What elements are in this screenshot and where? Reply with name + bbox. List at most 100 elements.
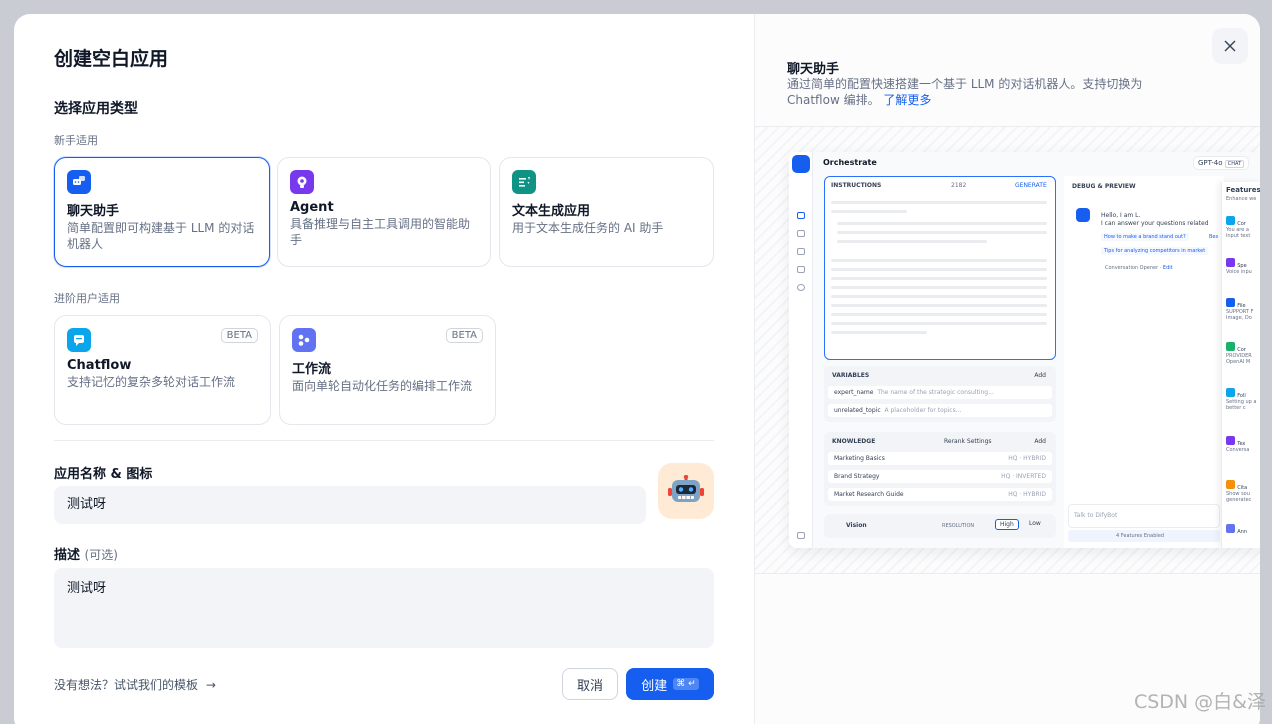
template-link-text: 没有想法？试试我们的模板: [54, 678, 199, 692]
instructions-panel: INSTRUCTIONS 2182 GENERATE: [824, 176, 1056, 360]
card-name: Agent: [290, 200, 334, 215]
knowledge-row: Marketing Basics HQ · HYBRID: [828, 452, 1052, 465]
variable-row: expert_name The name of the strategic co…: [828, 386, 1052, 399]
app-type-card-chat-assistant[interactable]: 聊天助手 简单配置即可构建基于 LLM 的对话机器人: [54, 157, 270, 267]
section-divider: [54, 440, 714, 441]
knowledge-row: Brand Strategy HQ · INVERTED: [828, 470, 1052, 483]
create-button[interactable]: 创建 ⌘ ↵: [626, 668, 714, 700]
feature-icon: [1226, 342, 1235, 351]
workflow-icon: [292, 328, 316, 352]
description-textarea[interactable]: 测试呀: [54, 568, 714, 648]
feature-item: Foll Setting up a better c: [1226, 388, 1260, 411]
text-generation-icon: [512, 170, 536, 194]
description-label: 描述 (可选): [54, 544, 118, 563]
feature-icon: [1226, 388, 1235, 397]
annotation-nav-icon: [797, 248, 805, 255]
feature-item: Spe Voice inpu: [1226, 258, 1260, 275]
vision-label: Vision: [846, 522, 867, 529]
dialog-left-pane: 创建空白应用 选择应用类型 新手适用 聊天助手 简单配置即可构建基于 LLM 的…: [14, 14, 754, 724]
card-desc: 面向单轮自动化任务的编排工作流: [292, 379, 473, 393]
variable-name: expert_name: [834, 389, 874, 396]
app-icon-picker[interactable]: [658, 463, 714, 519]
resolution-low: Low: [1029, 520, 1041, 527]
shortcut-hint: ⌘ ↵: [673, 678, 699, 690]
description-label-text: 描述: [54, 548, 81, 563]
card-desc: 用于文本生成任务的 AI 助手: [512, 221, 664, 235]
feature-icon: [1226, 258, 1235, 267]
model-selector: GPT-4o CHAT: [1193, 156, 1250, 170]
app-name-label: 应用名称 & 图标: [54, 467, 153, 482]
variables-panel: VARIABLES Add expert_name The name of th…: [824, 366, 1056, 422]
advanced-label: 进阶用户适用: [54, 292, 120, 305]
feature-item: Cor PROVIDER OpenAI M: [1226, 342, 1260, 365]
bot-avatar-icon: [1076, 208, 1090, 222]
features-sub: Enhance we: [1226, 196, 1257, 202]
app-type-card-chatflow[interactable]: BETA Chatflow 支持记忆的复杂多轮对话工作流: [54, 315, 271, 425]
feature-desc: Conversa: [1226, 447, 1250, 453]
knowledge-name: Market Research Guide: [834, 491, 904, 498]
knowledge-row: Market Research Guide HQ · HYBRID: [828, 488, 1052, 501]
features-heading: Features: [1226, 186, 1260, 194]
app-name-input[interactable]: 测试呀: [54, 486, 646, 524]
app-type-card-text-generator[interactable]: 文本生成应用 用于文本生成任务的 AI 助手: [499, 157, 714, 267]
cancel-button[interactable]: 取消: [562, 668, 618, 700]
resolution-label: RESOLUTION: [942, 523, 975, 529]
opener-label: Conversation Opener: [1105, 265, 1159, 271]
knowledge-tag: HQ · HYBRID: [1008, 491, 1046, 498]
app-logo-icon: [792, 155, 810, 173]
feature-item: Tex Conversa: [1226, 436, 1260, 453]
feature-icon: [1226, 298, 1235, 307]
variable-name: unrelated_topic: [834, 407, 881, 414]
knowledge-tag: HQ · INVERTED: [1001, 473, 1046, 480]
instructions-heading: INSTRUCTIONS: [831, 182, 882, 189]
preview-desc-text: 通过简单的配置快速搭建一个基于 LLM 的对话机器人。支持切换为 Chatflo…: [787, 77, 1143, 107]
feature-desc: Voice inpu: [1226, 269, 1252, 275]
feature-item: Cita Show sou generatec: [1226, 480, 1260, 503]
opener-edit: Edit: [1162, 265, 1173, 271]
instructions-count: 2182: [951, 182, 967, 189]
rerank-settings: Rerank Settings: [944, 438, 992, 445]
agent-icon: [290, 170, 314, 194]
feature-desc: Show sou generatec: [1226, 491, 1252, 503]
suggested-question-2: Bes: [1209, 234, 1219, 240]
collapse-nav-icon: [797, 532, 805, 539]
knowledge-panel: KNOWLEDGE Rerank Settings Add Marketing …: [824, 432, 1056, 506]
learn-more-link[interactable]: 了解更多: [883, 93, 931, 107]
card-name: 文本生成应用: [512, 204, 591, 219]
app-type-card-workflow[interactable]: BETA 工作流 面向单轮自动化任务的编排工作流: [279, 315, 496, 425]
variable-row: unrelated_topic A placeholder for topics…: [828, 404, 1052, 417]
preview-sidebar: [789, 152, 813, 548]
suggested-question: How to make a brand stand out?: [1101, 233, 1189, 241]
card-desc: 简单配置即可构建基于 LLM 的对话机器人: [67, 221, 255, 251]
chatflow-icon: [67, 328, 91, 352]
dialog-title: 创建空白应用: [54, 48, 169, 70]
preview-screenshot: Orchestrate GPT-4o CHAT INSTRUCTIONS 218…: [789, 152, 1260, 548]
feature-item: File SUPPORT F Image, Do: [1226, 298, 1260, 321]
close-button[interactable]: [1212, 28, 1248, 64]
logs-nav-icon: [797, 230, 805, 237]
feature-desc: Setting up a better c: [1226, 399, 1257, 411]
app-type-card-agent[interactable]: Agent 具备推理与自主工具调用的智能助手: [277, 157, 491, 267]
preview-pane: 聊天助手 通过简单的配置快速搭建一个基于 LLM 的对话机器人。支持切换为 Ch…: [754, 14, 1260, 724]
orchestrate-title: Orchestrate: [823, 158, 877, 167]
watermark: CSDN @白&泽: [1133, 691, 1266, 713]
card-name: 工作流: [292, 362, 332, 377]
vision-panel: Vision RESOLUTION High Low: [824, 514, 1056, 538]
variable-desc: The name of the strategic consulting...: [877, 389, 994, 396]
card-name: 聊天助手: [67, 204, 120, 219]
preview-description: 通过简单的配置快速搭建一个基于 LLM 的对话机器人。支持切换为 Chatflo…: [787, 76, 1167, 108]
template-link[interactable]: 没有想法？试试我们的模板 →: [54, 676, 216, 693]
feature-icon: [1226, 436, 1235, 445]
feature-item: Cor You are a input text: [1226, 216, 1260, 239]
chat-greeting: Hello, I am L.: [1101, 212, 1141, 219]
features-enabled-bar: 4 Features Enabled: [1068, 530, 1220, 542]
feature-desc: PROVIDER OpenAI M: [1226, 353, 1252, 365]
beta-badge: BETA: [445, 328, 483, 343]
knowledge-tag: HQ · HYBRID: [1008, 455, 1046, 462]
feature-desc: SUPPORT F Image, Do: [1226, 309, 1254, 321]
monitor-nav-icon: [797, 284, 805, 291]
feature-desc: You are a input text: [1226, 227, 1251, 239]
feature-icon: [1226, 480, 1235, 489]
card-desc: 支持记忆的复杂多轮对话工作流: [67, 375, 236, 389]
debug-heading: DEBUG & PREVIEW: [1072, 183, 1136, 190]
